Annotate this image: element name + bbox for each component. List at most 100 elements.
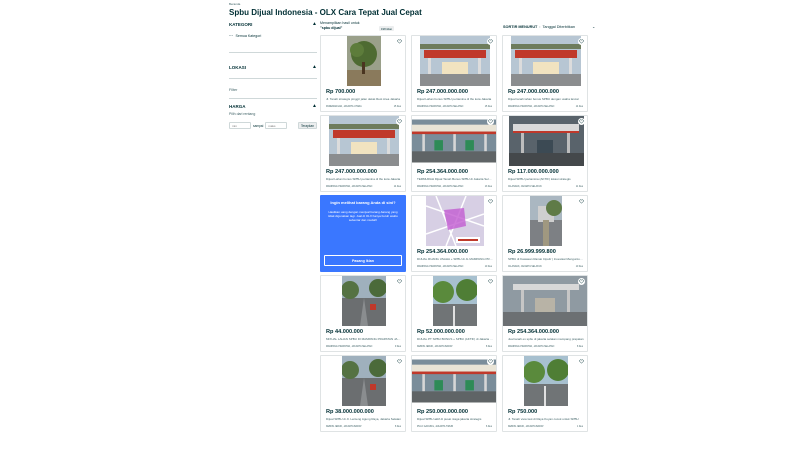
listing-photo[interactable] [412,196,496,246]
listing-location: Mampang Prapatan, Jakarta Selatan [508,106,555,108]
location-heading: LOKASI [229,64,247,70]
listing-photo[interactable] [412,116,496,166]
listing-location: Kebon Jeruk, Jakarta Barat [417,346,453,348]
listing-card[interactable]: Rp 247.000.000.000 Dijual Lahan bonus SPB… [411,35,497,112]
favorite-heart-icon[interactable] [487,358,494,365]
listing-card[interactable]: Rp 26.999.999.800 SPBU di Kawasan Ramai C… [502,195,588,272]
all-categories-label: Semua Kategori [235,34,262,38]
listing-photo[interactable] [503,356,587,406]
promo-text: Hasilkan uang dengan menjual barang-bara… [328,210,398,222]
listing-price: Rp 44.000.000 [326,329,364,335]
sort-separator: : [539,24,541,29]
listing-date: 10 Des [484,266,492,268]
listing-price: Rp 254.364.000.000 [417,249,469,255]
listing-price: Rp 247.000.000.000 [508,89,560,95]
favorite-heart-icon[interactable] [396,358,403,365]
listing-card[interactable]: Rp 38.000.000.000 Dijual SPBU di Jl. Lent… [320,355,406,432]
listing-card[interactable]: Rp 44.000.000 MIXUAL LAHAN SPBU DI MAMPAN… [320,275,406,352]
favorite-heart-icon[interactable] [487,278,494,285]
listing-date: 8 Des [394,426,401,428]
listing-title[interactable]: TERMURAH Dijual Tanah Bonus SPBU di Jaka… [417,177,493,181]
listing-card[interactable]: Rp 250.000.000.000 Dijual SPBU aktif di p… [411,355,497,432]
listing-card[interactable]: Rp 254.364.000.000 DIJUAL RUANG USAHA + S… [411,195,497,272]
listing-photo[interactable] [412,36,496,86]
favorite-heart-icon[interactable] [396,38,403,45]
price-section-header[interactable]: HARGA ▲ [229,102,317,110]
listing-location: Mampang Prapatan, Jakarta Selatan [326,186,373,188]
more-dots-icon: ··· [229,33,233,39]
listing-title[interactable]: Jl. Tanah view laut di Raya Kuyan cocok … [508,417,584,421]
listing-location: Pademangan, Jakarta Utara [326,106,362,108]
listing-price: Rp 52.000.000.000 [417,329,465,335]
listing-card[interactable]: Rp 117.000.000.000 Dijual SPBU pertamina … [502,115,588,192]
sort-dropdown[interactable]: SORTIR MENURUT : Tanggal Diterbitkan ⌄ [503,24,595,29]
listing-title[interactable]: Dijual SPBU aktif di pusat niaga jakarta… [417,417,493,421]
listing-photo[interactable] [321,116,405,166]
favorite-heart-icon[interactable] [396,118,403,125]
min-price-input[interactable] [229,122,251,129]
listing-card[interactable]: Rp 700.000 Jl. Tanah strategis pinggir ja… [320,35,406,112]
chevron-up-icon[interactable]: ▲ [312,103,317,109]
listing-title[interactable]: SPBU di Kawasan Ramai Cipulir | Investas… [508,257,584,261]
listing-title[interactable]: Dijual SPBU di Jl. Lenteng Agung Raya, J… [326,417,402,421]
listing-date: 8 Des [485,346,492,348]
listing-photo[interactable] [412,276,496,326]
listing-price: Rp 250.000.000.000 [417,409,469,415]
listing-title[interactable]: MIXUAL LAHAN SPBU DI MAMPANG PRAPATAN JA… [326,337,402,341]
favorite-heart-icon[interactable] [487,118,494,125]
listing-date: 10 Des [575,266,583,268]
apply-price-button[interactable]: Terapkan [298,122,317,129]
chevron-up-icon[interactable]: ▲ [312,21,317,27]
listing-card[interactable]: Rp 750.000 Jl. Tanah view laut di Raya Ku… [502,355,588,432]
favorite-heart-icon[interactable] [578,278,585,285]
listing-photo[interactable] [321,36,405,86]
category-section-header[interactable]: KATEGORI ▲ [229,20,317,28]
listing-title[interactable]: Dijual Lahan bonus SPBU pertamina di Ibu… [326,177,402,181]
listing-card[interactable]: Rp 254.364.000.000 TERMURAH Dijual Tanah … [411,115,497,192]
to-label: sampai [253,123,264,128]
listing-photo[interactable] [503,116,587,166]
listing-photo[interactable] [321,276,405,326]
listing-date: 13 Des [484,186,492,188]
listing-card[interactable]: Rp 247.000.000.000 Dijual Lahan bonus SPB… [320,115,406,192]
favorite-heart-icon[interactable] [578,38,585,45]
favorite-heart-icon[interactable] [578,198,585,205]
listing-title[interactable]: Jual tanah ex spbu di jakarta selatan ma… [508,337,584,341]
listing-photo[interactable] [503,36,587,86]
listing-card[interactable]: Rp 247.000.000.000 Dijual tanah lahan bon… [502,35,588,112]
breadcrumb[interactable]: Beranda [229,2,240,6]
chevron-up-icon[interactable]: ▲ [312,64,317,70]
favorite-heart-icon[interactable] [487,198,494,205]
listing-title[interactable]: DIJUAL PT SPBU BONUS + SPBU (AKTIF) di J… [417,337,493,341]
listing-title[interactable]: Jl. Tanah strategis pinggir jalan dekat … [326,97,402,101]
listing-photo[interactable] [321,356,405,406]
listing-date: 9 Des [394,346,401,348]
listing-location: Mampang Prapatan, Jakarta Selatan [417,106,464,108]
max-price-input[interactable] [265,122,288,129]
listing-date: 15 Des [393,106,401,108]
listing-location: Cilandak, Jakarta Selatan [508,186,542,188]
listing-title[interactable]: Dijual SPBU pertamina (AKTIF) lokasi str… [508,177,584,181]
listing-photo[interactable] [503,276,587,326]
listing-location: Kebon Jeruk, Jakarta Barat [508,426,544,428]
listing-photo[interactable] [412,356,496,406]
listing-price: Rp 700.000 [326,89,356,95]
favorite-heart-icon[interactable] [578,358,585,365]
listing-price: Rp 254.364.000.000 [508,329,560,335]
listing-location: Mampang Prapatan, Jakarta Selatan [417,186,464,188]
favorite-heart-icon[interactable] [487,38,494,45]
price-range: sampai Terapkan [229,122,317,129]
location-section-header[interactable]: LOKASI ▲ [229,63,317,71]
listing-title[interactable]: Dijual tanah lahan bonus SPBU dengan usa… [508,97,584,101]
listing-title[interactable]: DIJUAL RUANG USAHA + SPBU di JL MAMPANG … [417,257,493,261]
listing-card[interactable]: Rp 52.000.000.000 DIJUAL PT SPBU BONUS + … [411,275,497,352]
listing-title[interactable]: Dijual Lahan bonus SPBU pertamina di Ibu… [417,97,493,101]
favorite-heart-icon[interactable] [578,118,585,125]
post-ad-button[interactable]: Pasang Iklan [324,255,402,266]
results-count-badge: 198 iklan [379,26,395,31]
favorite-heart-icon[interactable] [396,278,403,285]
price-heading: HARGA [229,103,246,109]
filter-sidebar: KATEGORI ▲ ··· Semua Kategori LOKASI ▲ F… [229,20,317,129]
listing-card[interactable]: Rp 254.364.000.000 Jual tanah ex spbu di … [502,275,588,352]
listing-photo[interactable] [503,196,587,246]
